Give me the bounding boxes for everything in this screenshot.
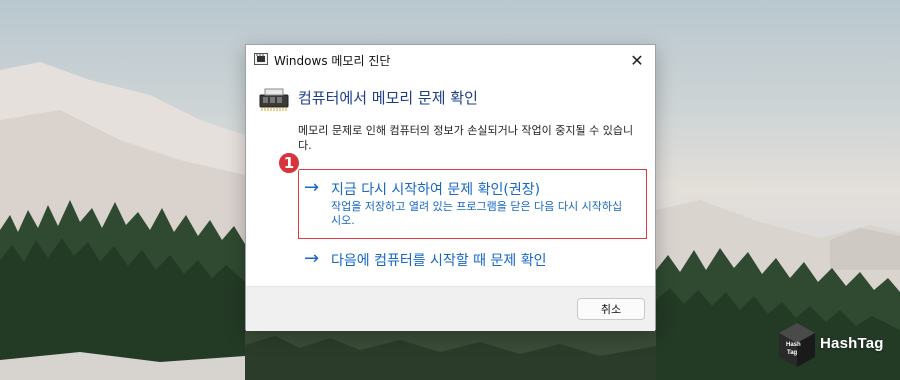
svg-text:Hash: Hash	[786, 342, 801, 348]
check-next-startup-label: 다음에 컴퓨터를 시작할 때 문제 확인	[331, 253, 547, 269]
cancel-button[interactable]: 취소	[577, 298, 645, 320]
hashtag-watermark: Hash Tag HashTag	[778, 322, 888, 370]
restart-now-label: 지금 다시 시작하여 문제 확인(권장)	[331, 182, 541, 198]
memory-chip-icon	[254, 53, 268, 65]
restart-now-subtitle: 작업을 저장하고 열려 있는 프로그램을 닫은 다음 다시 시작하십시오.	[331, 200, 623, 227]
title-bar[interactable]: Windows 메모리 진단 ✕	[246, 45, 655, 75]
hashtag-cube-logo: Hash Tag	[779, 323, 815, 367]
step-badge: 1	[277, 151, 301, 175]
arrow-right-icon: →	[304, 177, 320, 198]
close-button[interactable]: ✕	[619, 45, 655, 75]
memory-module-icon	[259, 88, 289, 111]
dialog-description: 메모리 문제로 인해 컴퓨터의 정보가 손실되거나 작업이 중지될 수 있습니다…	[298, 124, 634, 152]
svg-text:Tag: Tag	[787, 350, 798, 356]
dialog-header: 컴퓨터에서 메모리 문제 확인	[298, 89, 478, 107]
window-title: Windows 메모리 진단	[274, 54, 391, 68]
watermark-text: HashTag	[820, 335, 884, 352]
dialog-footer: 취소	[246, 286, 655, 331]
arrow-right-icon: →	[304, 248, 320, 269]
close-icon: ✕	[630, 50, 644, 70]
memory-diagnostic-dialog: Windows 메모리 진단 ✕ 컴퓨터에서 메모리 문제 확인 메모리 문제로…	[245, 44, 656, 331]
